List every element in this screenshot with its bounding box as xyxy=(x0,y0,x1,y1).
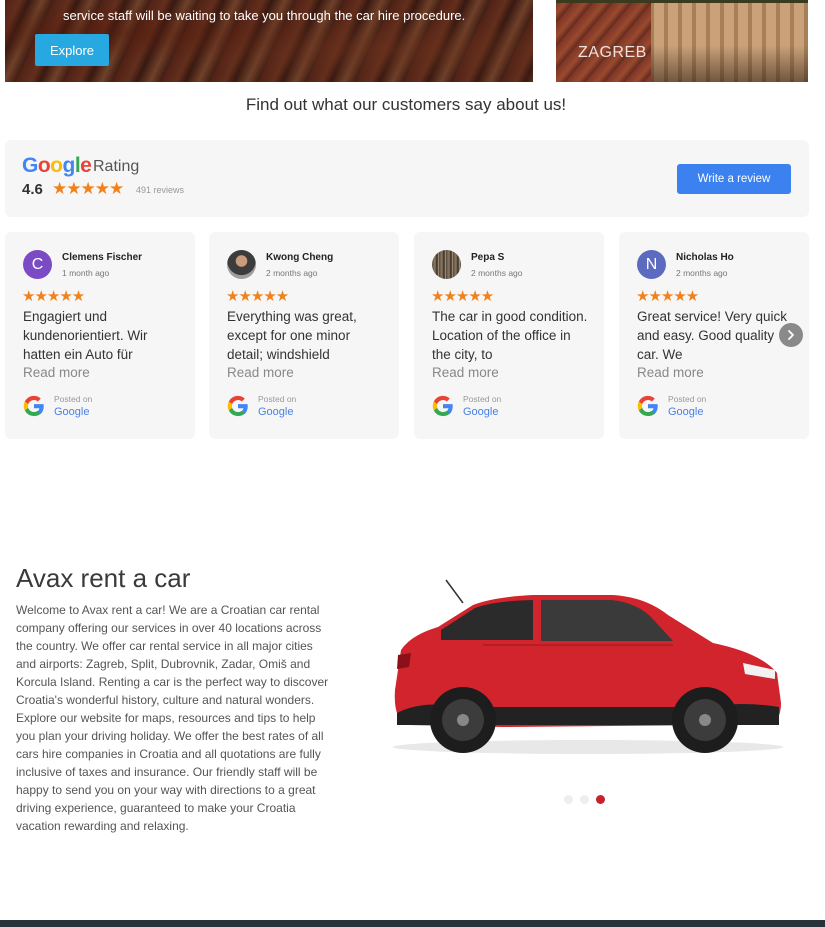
read-more-link[interactable]: Read more xyxy=(432,365,499,380)
reviewer-name: Pepa S xyxy=(471,252,505,263)
review-stars-icon: ★★★★★ xyxy=(431,288,494,305)
google-icon xyxy=(637,395,658,417)
reviews-section-title: Find out what our customers say about us… xyxy=(245,95,567,114)
review-date: 2 months ago xyxy=(266,268,318,278)
about-title: Avax rent a car xyxy=(16,563,191,593)
reviewer-name: Clemens Fischer xyxy=(62,252,143,263)
slider-dot[interactable] xyxy=(564,795,573,804)
city-name: ZAGREB xyxy=(578,44,647,61)
read-more-link[interactable]: Read more xyxy=(227,365,294,380)
posted-on-label: Posted on xyxy=(258,394,297,404)
carousel-next-button[interactable] xyxy=(779,323,803,347)
review-card: C Clemens Fischer 1 month ago ★★★★★ Enga… xyxy=(5,232,195,439)
reviewer-name: Kwong Cheng xyxy=(266,252,334,263)
about-text: Welcome to Avax rent a car! We are a Cro… xyxy=(16,603,329,833)
review-card: Kwong Cheng 2 months ago ★★★★★ Everythin… xyxy=(209,232,399,439)
posted-on-label: Posted on xyxy=(54,394,93,404)
slider-dot-active[interactable] xyxy=(596,795,605,804)
review-date: 2 months ago xyxy=(676,268,728,278)
review-card: Pepa S 2 months ago ★★★★★ The car in goo… xyxy=(414,232,604,439)
footer-bar xyxy=(0,920,825,927)
chevron-right-icon xyxy=(788,330,794,340)
google-logo: Google xyxy=(22,154,92,178)
review-stars-icon: ★★★★★ xyxy=(636,288,699,305)
google-logo-letter: o xyxy=(50,154,63,177)
google-logo-letter: e xyxy=(80,154,92,177)
review-count: 491 reviews xyxy=(136,185,185,195)
rating-label: Rating xyxy=(93,158,140,175)
review-text: Great service! Very quick and easy. Good… xyxy=(637,309,788,362)
google-logo-letter: g xyxy=(62,154,76,177)
rating-score: 4.6 xyxy=(22,181,43,198)
slider-dot[interactable] xyxy=(580,795,589,804)
review-text: The car in good condition. Location of t… xyxy=(432,309,588,362)
google-icon xyxy=(432,395,453,417)
review-stars-icon: ★★★★★ xyxy=(226,288,289,305)
review-stars-icon: ★★★★★ xyxy=(22,288,85,305)
city-photo xyxy=(556,0,651,82)
google-icon xyxy=(227,395,248,417)
review-date: 2 months ago xyxy=(471,268,523,278)
google-rating-summary: Google Rating 4.6 ★★★★★ 491 reviews Writ… xyxy=(5,140,809,217)
hero-banner: service staff will be waiting to take yo… xyxy=(5,0,533,82)
avatar: C xyxy=(23,250,52,279)
posted-source-link[interactable]: Google xyxy=(668,406,703,418)
avatar xyxy=(432,250,461,279)
rating-stars-icon: ★★★★★ xyxy=(52,179,124,198)
google-icon xyxy=(23,395,44,417)
review-date: 1 month ago xyxy=(62,268,110,278)
review-text: Everything was great, except for one min… xyxy=(227,309,357,362)
posted-source-link[interactable]: Google xyxy=(258,406,293,418)
explore-button[interactable]: Explore xyxy=(35,34,109,66)
read-more-link[interactable]: Read more xyxy=(23,365,90,380)
car-image xyxy=(393,579,783,754)
read-more-link[interactable]: Read more xyxy=(637,365,704,380)
hero-text: service staff will be waiting to take yo… xyxy=(63,8,466,23)
avatar xyxy=(227,250,256,279)
posted-on-label: Posted on xyxy=(668,394,707,404)
reviewer-name: Nicholas Ho xyxy=(676,252,734,263)
posted-source-link[interactable]: Google xyxy=(54,406,89,418)
posted-source-link[interactable]: Google xyxy=(463,406,498,418)
google-logo-letter: G xyxy=(22,154,38,177)
write-review-button[interactable]: Write a review xyxy=(677,164,791,194)
review-text: Engagiert und kundenorientiert. Wir hatt… xyxy=(23,309,148,362)
google-logo-letter: o xyxy=(37,154,51,177)
city-tile-zagreb[interactable]: ZAGREB xyxy=(556,0,808,82)
slider-dots xyxy=(564,795,605,804)
avatar: N xyxy=(637,250,666,279)
posted-on-label: Posted on xyxy=(463,394,502,404)
